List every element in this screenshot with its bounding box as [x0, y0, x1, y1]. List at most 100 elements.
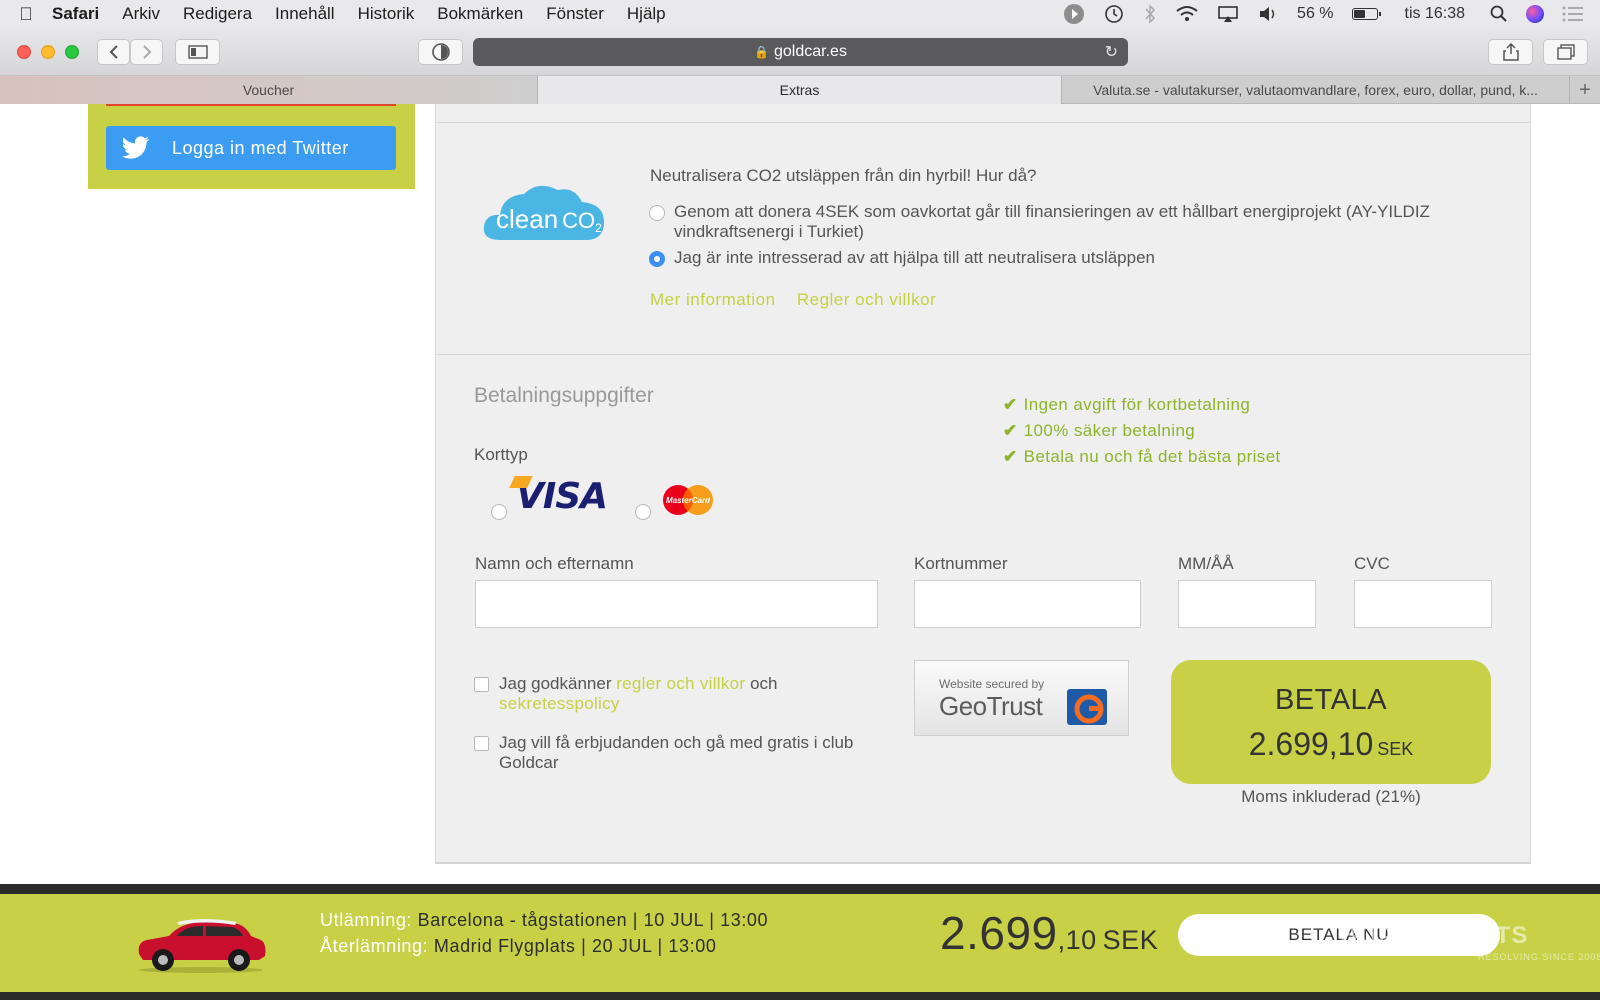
sidebar-icon [187, 45, 208, 59]
visa-logo[interactable]: VISA [509, 476, 608, 517]
co2-option-donate[interactable]: Genom att donera 4SEK som oavkortat går … [649, 202, 1469, 242]
page-content: Logga in med Twitter clean CO2 Neutralise… [0, 104, 1600, 884]
card-number-input[interactable] [914, 580, 1141, 628]
checkmark-icon: ✔ [1003, 447, 1018, 466]
geotrust-brand: GeoTrust [939, 691, 1043, 721]
battery-percent: 56 % [1297, 5, 1334, 22]
cvc-label: CVC [1354, 554, 1390, 573]
clock[interactable]: tis 16:38 [1405, 5, 1465, 23]
menu-historik[interactable]: Historik [358, 4, 415, 24]
geotrust-icon [1067, 689, 1107, 725]
apple-icon[interactable]:  [0, 4, 52, 25]
return-info: Återlämning: Madrid Flygplats | 20 JUL |… [320, 936, 716, 957]
macos-menubar:  Safari Arkiv Redigera Innehåll Histori… [0, 0, 1600, 28]
back-button[interactable] [97, 39, 130, 65]
airplay-icon[interactable] [1217, 5, 1239, 23]
mastercard-radio[interactable] [635, 504, 651, 520]
minimize-window-button[interactable] [41, 45, 55, 59]
payment-benefits: ✔ Ingen avgift för kortbetalning ✔ 100% sä… [1003, 392, 1281, 470]
tab-valuta[interactable]: Valuta.se - valutakurser, valutaomvandla… [1062, 76, 1570, 104]
return-label: Återlämning: [320, 936, 429, 956]
co2-option-decline[interactable]: Jag är inte intresserad av att hjälpa ti… [649, 248, 1155, 268]
pay-button-amount: 2.699,10 SEK [1248, 726, 1414, 762]
spotlight-search-icon[interactable] [1490, 5, 1508, 23]
payment-section-title: Betalningsuppgifter [474, 384, 654, 407]
menu-bokmarken[interactable]: Bokmärken [437, 4, 523, 24]
boardpoints-watermark: BOARDPOINTS RESOLVING SINCE 2008 [1340, 922, 1600, 962]
geotrust-badge[interactable]: Website secured by GeoTrust [914, 660, 1129, 736]
benefit-item: ✔ Betala nu och få det bästa priset [1003, 447, 1281, 466]
address-bar[interactable]: 🔒 goldcar.es ↻ [473, 38, 1128, 66]
close-window-button[interactable] [17, 45, 31, 59]
time-machine-icon[interactable] [1103, 3, 1125, 25]
mastercard-logo[interactable]: MasterCard [662, 484, 714, 516]
name-field-label: Namn och efternamn [475, 554, 634, 573]
social-login-box: Logga in med Twitter [88, 104, 415, 189]
reload-icon[interactable]: ↻ [1105, 42, 1118, 62]
menu-arkiv[interactable]: Arkiv [122, 4, 160, 24]
menu-hjalp[interactable]: Hjälp [627, 4, 666, 24]
expiry-input[interactable] [1178, 580, 1316, 628]
total-price: 2.699,10 SEK [940, 907, 1159, 959]
browser-toolbar: 🔒 goldcar.es ↻ [0, 28, 1600, 76]
checkmark-icon: ✔ [1003, 421, 1018, 440]
offers-checkbox-row[interactable]: Jag vill få erbjudanden och gå med grati… [474, 733, 874, 773]
terms-checkbox[interactable] [474, 677, 489, 692]
geotrust-secured-text: Website secured by [939, 677, 1045, 691]
volume-icon[interactable] [1257, 5, 1279, 23]
share-button[interactable] [1488, 39, 1533, 65]
wifi-icon[interactable] [1175, 5, 1199, 23]
card-type-label: Korttyp [474, 445, 528, 464]
terms-link[interactable]: regler och villkor [616, 674, 745, 693]
shield-icon [431, 43, 450, 61]
return-value: Madrid Flygplats | 20 JUL | 13:00 [433, 936, 717, 956]
bluetooth-icon[interactable] [1143, 4, 1157, 24]
fullscreen-window-button[interactable] [65, 45, 79, 59]
twitter-login-button[interactable]: Logga in med Twitter [106, 126, 396, 170]
name-input[interactable] [475, 580, 878, 628]
menu-fonster[interactable]: Fönster [546, 4, 604, 24]
benefit-item: ✔ Ingen avgift för kortbetalning [1003, 395, 1251, 414]
play-icon[interactable] [1063, 3, 1085, 25]
pickup-info: Utlämning: Barcelona - tågstationen | 10… [320, 910, 768, 931]
tab-voucher[interactable]: Voucher [0, 76, 538, 104]
chevron-left-icon [109, 45, 118, 59]
co2-donate-radio[interactable] [649, 205, 665, 221]
sidebar-toggle-button[interactable] [175, 39, 220, 65]
card-number-label: Kortnummer [914, 554, 1008, 573]
siri-icon[interactable] [1526, 5, 1544, 23]
twitter-login-label: Logga in med Twitter [172, 137, 349, 158]
vat-note: Moms inkluderad (21%) [1241, 787, 1421, 806]
co2-decline-radio[interactable] [649, 251, 665, 267]
offers-checkbox[interactable] [474, 736, 489, 751]
menu-innehall[interactable]: Innehåll [275, 4, 335, 24]
more-info-link[interactable]: Mer information [650, 290, 776, 309]
co2-question: Neutralisera CO2 utsläppen från din hyrb… [650, 166, 1037, 185]
pay-button-label: BETALA [1274, 684, 1388, 716]
tab-overview-button[interactable] [1543, 39, 1588, 65]
forward-button[interactable] [130, 39, 163, 65]
co2-decline-label: Jag är inte intresserad av att hjälpa ti… [674, 248, 1155, 267]
checkout-panel: clean CO2 Neutralisera CO2 utsläppen från… [435, 104, 1531, 864]
tabs-icon [1556, 44, 1575, 60]
divider [436, 122, 1530, 123]
terms-checkbox-row[interactable]: Jag godkänner regler och villkor och sekr… [474, 674, 874, 714]
privacy-link[interactable]: sekretesspolicy [499, 694, 620, 713]
menu-app-safari[interactable]: Safari [52, 4, 99, 24]
privacy-report-button[interactable] [418, 39, 463, 65]
share-icon [1502, 43, 1519, 61]
battery-icon[interactable] [1351, 8, 1381, 20]
benefit-item: ✔ 100% säker betalning [1003, 421, 1196, 440]
twitter-icon [122, 136, 149, 159]
offers-text: Jag vill få erbjudanden och gå med grati… [499, 733, 854, 772]
pay-button[interactable]: BETALA 2.699,10 SEK [1171, 660, 1491, 784]
new-tab-button[interactable]: + [1570, 76, 1600, 104]
notification-center-icon[interactable] [1562, 6, 1584, 22]
menu-redigera[interactable]: Redigera [183, 4, 252, 24]
google-login-button-edge[interactable] [106, 104, 396, 106]
co2-terms-link[interactable]: Regler och villkor [797, 290, 936, 309]
cvc-input[interactable] [1354, 580, 1492, 628]
expiry-label: MM/ÅÅ [1178, 554, 1234, 573]
visa-radio[interactable] [491, 504, 507, 520]
tab-extras[interactable]: Extras [538, 76, 1062, 104]
